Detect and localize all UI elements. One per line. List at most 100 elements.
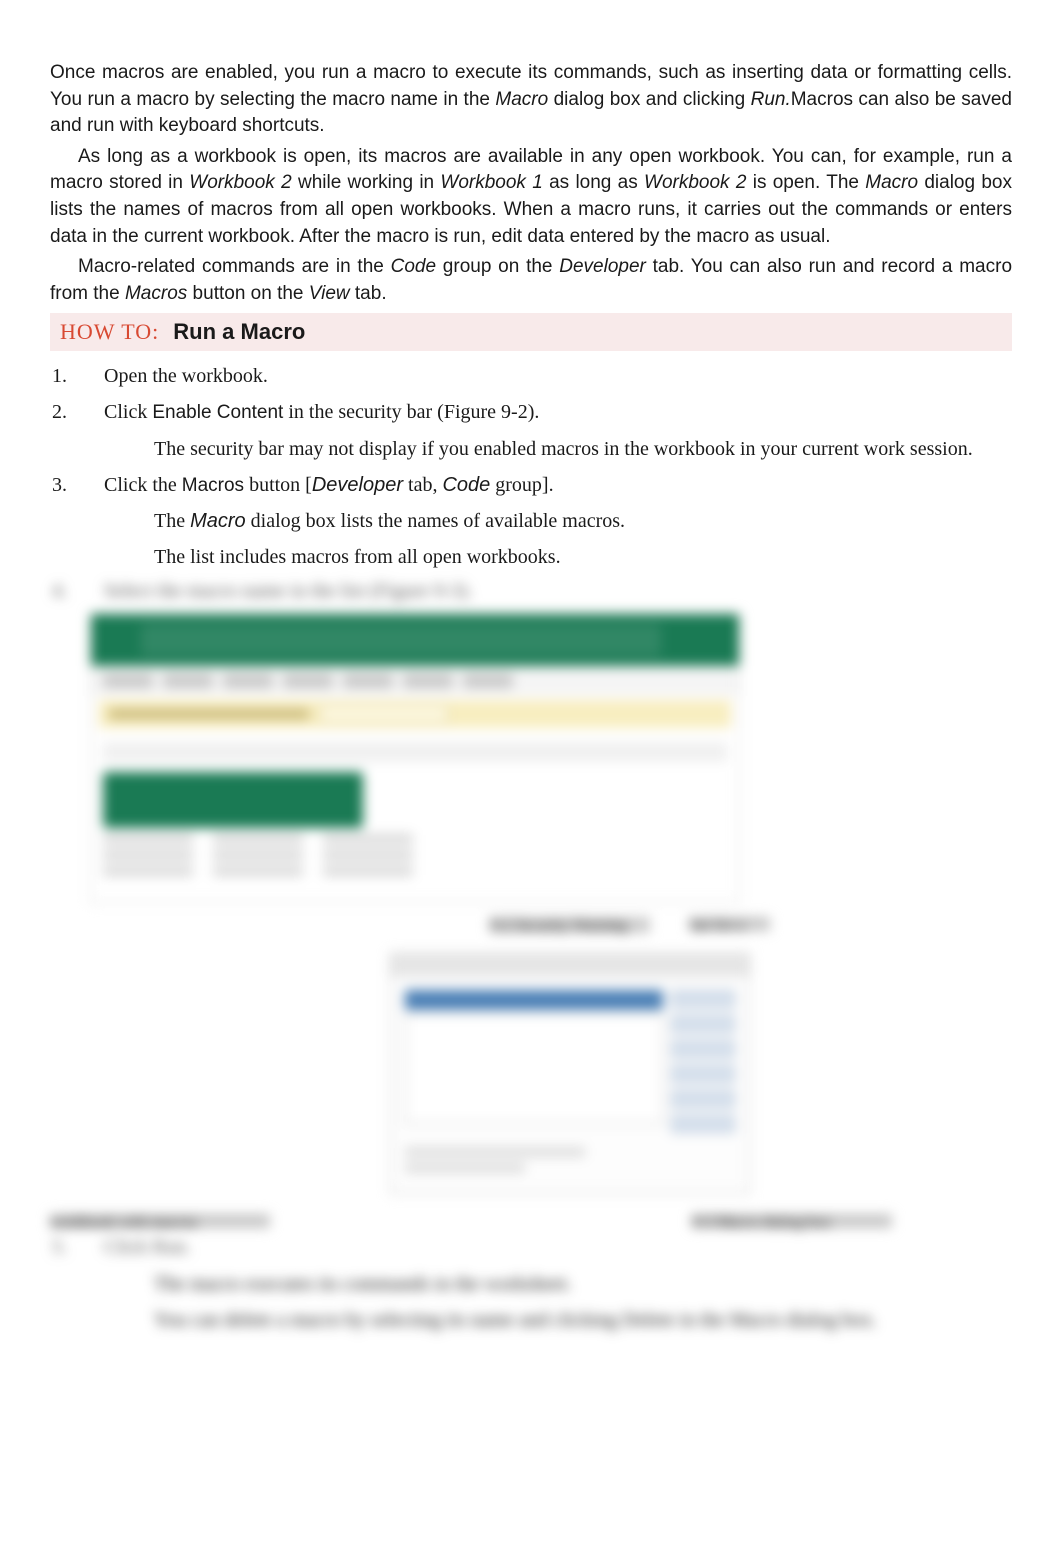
step-4: 4. Select the macro name in the list (Fi…	[50, 580, 1012, 603]
macros-term: Macros	[182, 475, 244, 496]
ribbon-item	[403, 674, 453, 688]
step-2-sub-1: The security bar may not display if you …	[104, 434, 1012, 464]
step-1: 1. Open the workbook.	[50, 361, 1012, 391]
sheet-column	[103, 834, 193, 882]
howto-label: HOW TO:	[60, 319, 159, 345]
ribbon-item	[103, 674, 153, 688]
workbook1-term: Workbook 1	[440, 172, 542, 193]
macro-term: Macro	[495, 89, 548, 110]
text: tab.	[350, 283, 387, 304]
run-term: Run.	[152, 1236, 190, 1258]
view-term: View	[309, 283, 350, 304]
workbook2b-term: Workbook 2	[644, 172, 746, 193]
step-3-sublist: The Macro dialog box lists the names of …	[104, 506, 1012, 572]
intro-paragraph-2: As long as a workbook is open, its macro…	[50, 144, 1012, 250]
step-5-sub-2: You can delete a macro by selecting its …	[104, 1305, 1012, 1335]
cell	[103, 866, 193, 876]
cell	[323, 834, 413, 844]
code-term: Code	[391, 256, 436, 277]
sub-text: The Macro dialog box lists the names of …	[154, 506, 1012, 536]
step-5-sub-1: The macro executes its commands in the w…	[104, 1269, 1012, 1299]
caption-row: workbook with macros 9-3 Macro dialog bo…	[50, 1214, 1012, 1228]
workbook2-term: Workbook 2	[189, 172, 291, 193]
cell	[213, 866, 303, 876]
security-warning-bar	[99, 700, 731, 728]
step-list: 1. Open the workbook. 2. Click Enable Co…	[50, 361, 1012, 428]
ribbon-item	[463, 674, 513, 688]
options-button[interactable]	[671, 1115, 735, 1133]
delete-button[interactable]	[671, 1090, 735, 1108]
delete-term: Delete	[622, 1309, 674, 1331]
macro-name-input[interactable]	[405, 990, 663, 1010]
caption-left: workbook with macros	[50, 1214, 270, 1228]
text: in the security bar (Figure 9-2).	[283, 401, 539, 423]
step-2-sublist: The security bar may not display if you …	[104, 434, 1012, 464]
dialog-titlebar	[391, 954, 749, 976]
text: while working in	[292, 172, 441, 193]
text: in the	[680, 1309, 730, 1331]
excel-titlebar	[91, 614, 739, 666]
macro-listbox[interactable]	[405, 1014, 663, 1124]
sheet-column	[323, 834, 413, 882]
step-number: 5.	[50, 1236, 104, 1259]
macros-term: Macros	[125, 283, 187, 304]
ribbon-item	[343, 674, 393, 688]
macro-term: Macro	[190, 510, 246, 532]
step-5: 5. Click Run.	[50, 1236, 1012, 1259]
sheet-header	[103, 772, 363, 828]
figure-9-2: 9-2 Security Warning bar for a	[90, 613, 810, 933]
run-button[interactable]	[671, 990, 735, 1008]
step-text: Select the macro name in the list (Figur…	[104, 580, 1012, 603]
text: is open. The	[746, 172, 865, 193]
text: button on the	[187, 283, 309, 304]
dialog-footer	[391, 1147, 749, 1193]
text: dialog box lists the names of available …	[246, 510, 625, 532]
step-3-sub-1: The Macro dialog box lists the names of …	[104, 506, 1012, 536]
edit-button[interactable]	[671, 1040, 735, 1058]
step-list-cont: 3. Click the Macros button [Developer ta…	[50, 470, 1012, 501]
developer-term: Developer	[312, 474, 403, 496]
macro-term: Macro	[730, 1309, 782, 1331]
text: Click	[104, 1236, 152, 1258]
text: Macro-related commands are in the	[78, 256, 391, 277]
cell	[103, 834, 193, 844]
excel-body	[91, 732, 739, 902]
step-5-sublist: The macro executes its commands in the w…	[104, 1269, 1012, 1335]
enable-content-button[interactable]	[319, 706, 449, 722]
bullet-icon	[104, 1269, 154, 1299]
dialog-button-column	[671, 990, 735, 1133]
step-2: 2. Click Enable Content in the security …	[50, 397, 1012, 428]
step-number: 3.	[50, 470, 104, 501]
step-number: 4.	[50, 580, 104, 603]
step-into-button[interactable]	[671, 1015, 735, 1033]
dialog-body	[391, 976, 749, 1147]
text: group].	[490, 474, 553, 496]
sheet-columns	[103, 834, 727, 882]
cell	[323, 866, 413, 876]
excel-window	[90, 613, 740, 903]
ribbon-item	[163, 674, 213, 688]
step-text: Click Enable Content in the security bar…	[104, 397, 1012, 428]
figure-caption-text: bar for a	[690, 917, 770, 931]
bullet-icon	[104, 1305, 154, 1335]
run-term: Run.	[751, 89, 791, 110]
cell	[213, 834, 303, 844]
figure-caption-text: 9-2 Security Warning	[490, 917, 650, 933]
sub-text: You can delete a macro by selecting its …	[154, 1305, 1012, 1335]
text: Click the	[104, 474, 182, 496]
cell	[213, 850, 303, 860]
sub-text: The macro executes its commands in the w…	[154, 1269, 1012, 1299]
dialog-left-panel	[405, 990, 663, 1133]
text: dialog box and clicking	[548, 89, 750, 110]
macro-term: Macro	[865, 172, 918, 193]
ribbon-item	[223, 674, 273, 688]
bullet-icon	[104, 542, 154, 572]
blurred-content-region: 4. Select the macro name in the list (Fi…	[50, 580, 1012, 1335]
developer-term: Developer	[559, 256, 646, 277]
step-text: Click Run.	[104, 1236, 1012, 1259]
step-number: 1.	[50, 361, 104, 391]
text: tab,	[403, 474, 442, 496]
figure-caption-row: 9-2 Security Warning bar for a	[90, 917, 810, 933]
create-button[interactable]	[671, 1065, 735, 1083]
intro-paragraph-1: Once macros are enabled, you run a macro…	[50, 60, 1012, 140]
